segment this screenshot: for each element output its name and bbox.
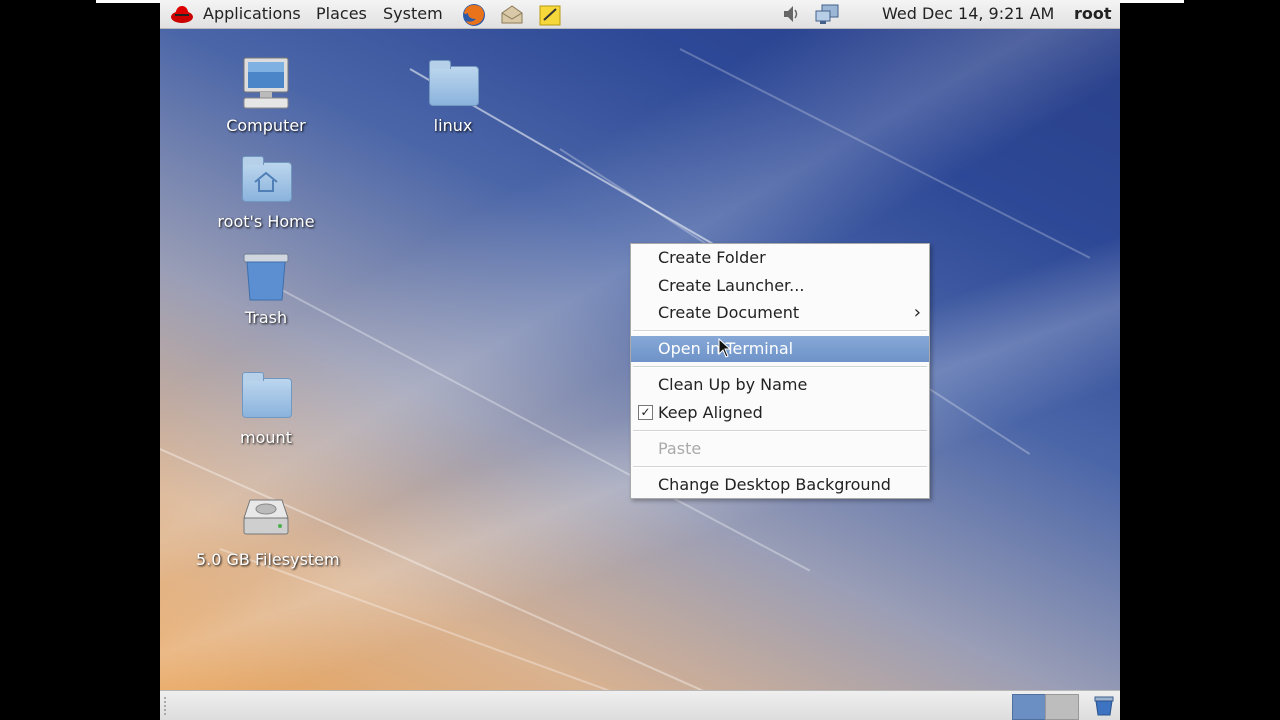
trash-applet-icon[interactable] — [1093, 695, 1115, 717]
folder-icon — [238, 368, 294, 424]
network-icon[interactable] — [814, 3, 839, 25]
menu-item-paste: Paste — [631, 436, 929, 462]
menu-system[interactable]: System — [383, 4, 443, 23]
desktop-icon-label: Computer — [226, 116, 306, 135]
menu-item-label: Create Launcher... — [658, 276, 805, 295]
menu-separator — [633, 430, 927, 432]
screen: Computer linux root's Home Trash mount 5… — [160, 0, 1120, 720]
menu-separator — [633, 366, 927, 368]
home-folder-icon — [238, 152, 294, 208]
panel-handle[interactable] — [164, 697, 169, 715]
mail-icon[interactable] — [500, 3, 523, 25]
menu-item-label: Keep Aligned — [658, 403, 763, 422]
letterbox-edge-left — [96, 0, 160, 3]
menu-item-create-folder[interactable]: Create Folder — [631, 245, 929, 271]
user-name[interactable]: root — [1074, 4, 1112, 23]
menu-item-create-document[interactable]: Create Document › — [631, 300, 929, 326]
workspace-1[interactable] — [1012, 694, 1046, 720]
menu-item-change-desktop-background[interactable]: Change Desktop Background — [631, 472, 929, 498]
desktop-context-menu: Create Folder Create Launcher... Create … — [630, 243, 930, 499]
desktop-icon-label: linux — [433, 116, 473, 135]
menu-item-label: Create Folder — [658, 248, 766, 267]
desktop-icon-root-home[interactable]: root's Home — [196, 152, 336, 231]
desktop-icon-filesystem[interactable]: 5.0 GB Filesystem — [196, 490, 340, 569]
workspace-2[interactable] — [1045, 694, 1079, 720]
notes-icon[interactable] — [538, 3, 561, 26]
desktop-icon-label: Trash — [244, 308, 288, 327]
desktop-icon-computer[interactable]: Computer — [196, 56, 336, 135]
menu-item-clean-up-by-name[interactable]: Clean Up by Name — [631, 372, 929, 398]
menu-separator — [633, 466, 927, 468]
desktop-icon-mount[interactable]: mount — [196, 368, 336, 447]
menu-item-label: Change Desktop Background — [658, 475, 891, 494]
menu-separator — [633, 330, 927, 332]
desktop-icon-linux[interactable]: linux — [383, 56, 523, 135]
trash-icon — [238, 248, 294, 304]
desktop-icon-label: root's Home — [217, 212, 315, 231]
checkbox-checked-icon: ✓ — [638, 405, 653, 420]
menu-item-open-in-terminal[interactable]: Open in Terminal — [631, 336, 929, 362]
computer-icon — [238, 56, 294, 112]
menu-item-label: Clean Up by Name — [658, 375, 808, 394]
menu-item-label: Create Document — [658, 303, 800, 322]
menu-places[interactable]: Places — [316, 4, 367, 23]
firefox-icon[interactable] — [462, 3, 485, 26]
menu-applications[interactable]: Applications — [203, 4, 301, 23]
desktop-icon-trash[interactable]: Trash — [196, 248, 336, 327]
top-panel: Applications Places System Wed Dec 14, 9… — [160, 0, 1120, 29]
volume-icon[interactable] — [780, 3, 802, 25]
redhat-logo-icon[interactable] — [170, 3, 193, 25]
desktop-icon-label: mount — [240, 428, 292, 447]
folder-icon — [425, 56, 481, 112]
menu-item-label: Paste — [658, 439, 702, 458]
bottom-panel — [160, 690, 1120, 720]
letterbox-edge-right — [1120, 0, 1184, 3]
submenu-arrow-icon: › — [913, 302, 921, 323]
menu-item-keep-aligned[interactable]: ✓ Keep Aligned — [631, 400, 929, 426]
mouse-pointer-icon — [718, 337, 732, 362]
clock[interactable]: Wed Dec 14, 9:21 AM — [882, 4, 1054, 23]
menu-item-create-launcher[interactable]: Create Launcher... — [631, 273, 929, 299]
drive-icon — [238, 490, 294, 546]
desktop-icon-label: 5.0 GB Filesystem — [196, 550, 340, 569]
